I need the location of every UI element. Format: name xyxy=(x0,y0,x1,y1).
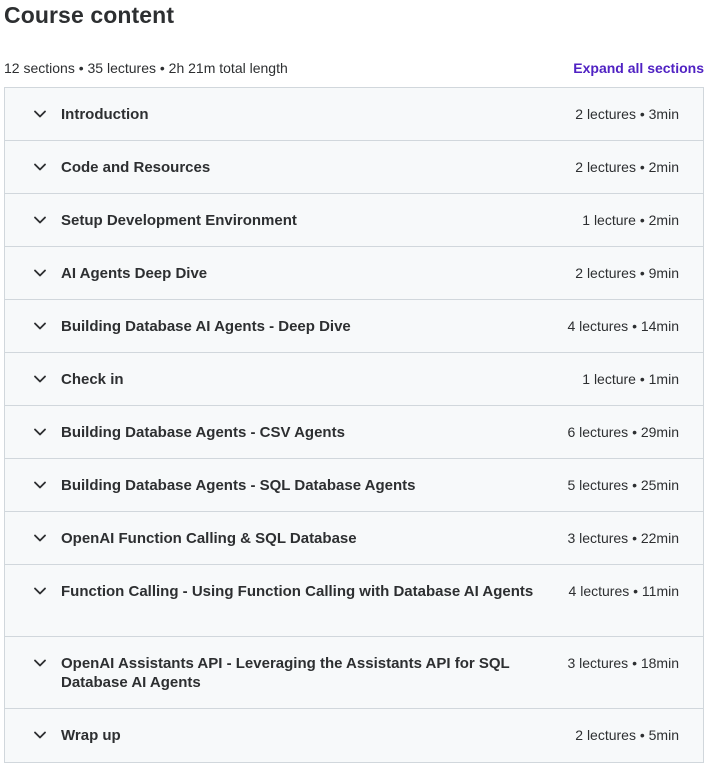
section-row[interactable]: Introduction 2 lectures • 3min xyxy=(5,88,703,141)
section-title: AI Agents Deep Dive xyxy=(61,265,208,282)
section-row[interactable]: Building Database AI Agents - Deep Dive 4… xyxy=(5,300,703,353)
section-row[interactable]: AI Agents Deep Dive 2 lectures • 9min xyxy=(5,247,703,300)
section-title: Function Calling - Using Function Callin… xyxy=(61,583,534,600)
section-row[interactable]: Building Database Agents - CSV Agents 6 l… xyxy=(5,406,703,459)
section-title: Building Database AI Agents - Deep Dive xyxy=(61,318,351,335)
section-meta: 1 lecture • 1min xyxy=(582,371,679,387)
section-title: Check in xyxy=(61,371,124,388)
section-meta: 6 lectures • 29min xyxy=(567,424,679,440)
section-title: Introduction xyxy=(61,106,149,123)
chevron-down-icon xyxy=(33,211,47,229)
section-row[interactable]: Function Calling - Using Function Callin… xyxy=(5,565,703,637)
section-title: Setup Development Environment xyxy=(61,212,297,229)
chevron-down-icon xyxy=(33,529,47,547)
course-sections-list: Introduction 2 lectures • 3min Code and Re… xyxy=(4,87,704,763)
chevron-down-icon xyxy=(33,317,47,335)
chevron-down-icon xyxy=(33,264,47,282)
section-row[interactable]: OpenAI Function Calling & SQL Database 3 … xyxy=(5,512,703,565)
chevron-down-icon xyxy=(33,158,47,176)
page-title: Course content xyxy=(4,2,175,28)
course-summary: 12 sections • 35 lectures • 2h 21m total… xyxy=(4,60,288,76)
section-meta: 3 lectures • 22min xyxy=(567,530,679,546)
section-meta: 2 lectures • 3min xyxy=(575,106,679,122)
section-title: Code and Resources xyxy=(61,159,211,176)
section-meta: 2 lectures • 9min xyxy=(575,265,679,281)
chevron-down-icon xyxy=(33,654,47,672)
section-title: OpenAI Function Calling & SQL Database xyxy=(61,530,357,547)
section-row[interactable]: OpenAI Assistants API - Leveraging the A… xyxy=(5,637,703,709)
section-title: Building Database Agents - CSV Agents xyxy=(61,424,345,441)
section-row[interactable]: Building Database Agents - SQL Database … xyxy=(5,459,703,512)
section-row[interactable]: Code and Resources 2 lectures • 2min xyxy=(5,141,703,194)
section-meta: 2 lectures • 5min xyxy=(575,727,679,743)
section-title: Building Database Agents - SQL Database … xyxy=(61,477,416,494)
section-row[interactable]: Setup Development Environment 1 lecture •… xyxy=(5,194,703,247)
section-meta: 4 lectures • 14min xyxy=(567,318,679,334)
expand-all-sections-button[interactable]: Expand all sections xyxy=(567,59,704,77)
chevron-down-icon xyxy=(33,105,47,123)
section-meta: 5 lectures • 25min xyxy=(567,477,679,493)
section-row[interactable]: Check in 1 lecture • 1min xyxy=(5,353,703,406)
section-row[interactable]: Wrap up 2 lectures • 5min xyxy=(5,709,703,762)
section-title: OpenAI Assistants API - Leveraging the A… xyxy=(61,655,510,691)
section-meta: 4 lectures • 11min xyxy=(568,583,679,599)
section-title: Wrap up xyxy=(61,727,121,744)
chevron-down-icon xyxy=(33,476,47,494)
section-meta: 1 lecture • 2min xyxy=(582,212,679,228)
chevron-down-icon xyxy=(33,423,47,441)
chevron-down-icon xyxy=(33,370,47,388)
section-meta: 2 lectures • 2min xyxy=(575,159,679,175)
chevron-down-icon xyxy=(33,582,47,600)
chevron-down-icon xyxy=(33,726,47,744)
section-meta: 3 lectures • 18min xyxy=(567,655,679,671)
course-summary-row: 12 sections • 35 lectures • 2h 21m total… xyxy=(4,58,704,78)
